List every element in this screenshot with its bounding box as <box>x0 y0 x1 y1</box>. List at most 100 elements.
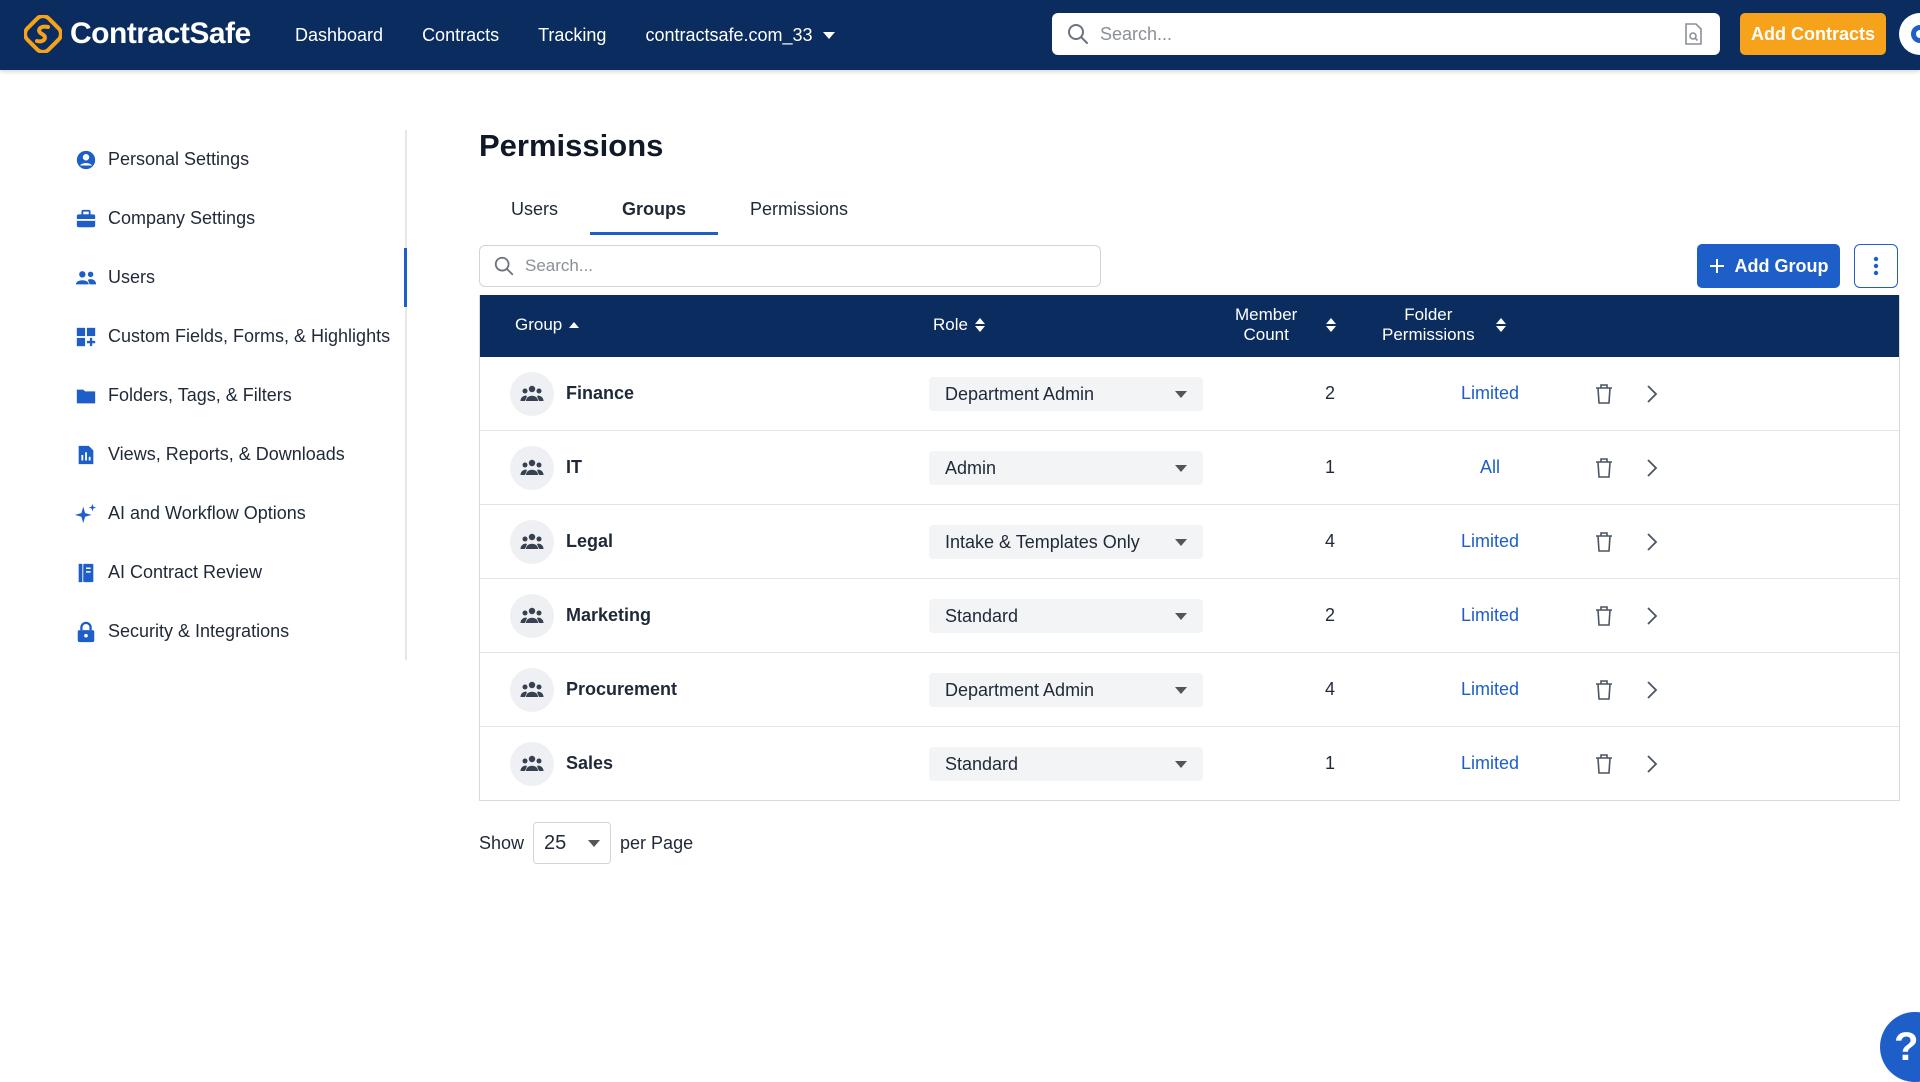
sidebar-item-users[interactable]: Users <box>0 248 407 307</box>
group-avatar <box>510 594 554 638</box>
add-group-button[interactable]: Add Group <box>1697 244 1840 288</box>
sidebar-item-folders-tags[interactable]: Folders, Tags, & Filters <box>0 366 405 425</box>
permissions-tabs: Users Groups Permissions <box>479 186 880 235</box>
folder-permissions-link[interactable]: Limited <box>1420 357 1560 430</box>
group-icon <box>520 681 544 697</box>
sidebar-item-label: Company Settings <box>108 208 256 228</box>
chevron-right-icon[interactable] <box>1645 606 1659 626</box>
group-name: IT <box>566 457 582 477</box>
header-folder-permissions-line2: Permissions <box>1382 325 1475 344</box>
chevron-right-icon[interactable] <box>1645 384 1659 404</box>
add-group-label: Add Group <box>1734 255 1829 276</box>
help-button[interactable]: ? <box>1880 1012 1920 1082</box>
group-avatar <box>510 520 554 564</box>
tab-groups[interactable]: Groups <box>590 186 719 235</box>
nav-dashboard[interactable]: Dashboard <box>295 25 383 46</box>
group-avatar <box>510 742 554 786</box>
users-icon <box>75 271 97 285</box>
tab-users[interactable]: Users <box>479 186 590 232</box>
gear-icon <box>1911 25 1920 43</box>
sidebar-item-ai-workflow[interactable]: AI and Workflow Options <box>0 484 405 543</box>
role-select[interactable]: Standard <box>929 599 1203 633</box>
per-page-value: 25 <box>544 831 567 854</box>
trash-icon[interactable] <box>1594 753 1614 775</box>
chevron-right-icon[interactable] <box>1645 532 1659 552</box>
member-count: 2 <box>1324 605 1335 625</box>
folder-permissions-link[interactable]: Limited <box>1420 727 1560 800</box>
chevron-down-icon <box>1175 390 1187 398</box>
settings-sidebar: Personal Settings Company Settings Users… <box>0 130 407 660</box>
role-value: Standard <box>945 605 1019 626</box>
user-circle-icon <box>76 150 96 170</box>
folder-permissions-link[interactable]: Limited <box>1420 579 1560 652</box>
lock-icon <box>77 621 95 643</box>
group-icon <box>520 607 544 623</box>
sort-asc-icon <box>569 322 580 328</box>
role-select[interactable]: Standard <box>929 747 1203 781</box>
folder-permissions-link[interactable]: Limited <box>1420 505 1560 578</box>
sort-group-header[interactable]: Group <box>515 315 580 335</box>
trash-icon[interactable] <box>1594 679 1614 701</box>
book-icon <box>78 563 94 583</box>
header-member-count-line2: Count <box>1243 325 1289 344</box>
add-contracts-button[interactable]: Add Contracts <box>1740 13 1886 55</box>
settings-gear-icon[interactable] <box>1899 13 1920 55</box>
nav-tracking-label: Tracking <box>538 24 607 45</box>
chevron-right-icon[interactable] <box>1645 458 1659 478</box>
sort-folder-permissions-header[interactable]: Folder Permissions <box>1382 305 1507 345</box>
document-search-icon[interactable] <box>1682 22 1704 46</box>
folder-permissions-link[interactable]: All <box>1420 431 1560 504</box>
chevron-down-icon <box>1175 760 1187 768</box>
role-select[interactable]: Department Admin <box>929 673 1203 707</box>
folder-permissions-link[interactable]: Limited <box>1420 653 1560 726</box>
sidebar-item-custom-fields[interactable]: Custom Fields, Forms, & Highlights <box>0 307 405 366</box>
role-value: Standard <box>945 753 1019 774</box>
role-value: Department Admin <box>945 679 1095 700</box>
table-row: IT Admin 1 All <box>480 430 1899 504</box>
role-select[interactable]: Intake & Templates Only <box>929 525 1203 559</box>
role-select[interactable]: Department Admin <box>929 377 1203 411</box>
chevron-right-icon[interactable] <box>1645 754 1659 774</box>
global-search-input[interactable] <box>1098 22 1662 46</box>
table-row: Marketing Standard 2 Limited <box>480 578 1899 652</box>
trash-icon[interactable] <box>1594 457 1614 479</box>
sort-icon <box>974 318 985 332</box>
per-page-select[interactable]: 25 <box>533 822 612 864</box>
group-icon <box>520 385 544 401</box>
sidebar-item-personal-settings[interactable]: Personal Settings <box>0 130 405 189</box>
logo[interactable]: ContractSafe <box>24 15 251 53</box>
role-value: Admin <box>945 457 997 478</box>
account-dropdown[interactable]: contractsafe.com_33 <box>645 25 835 46</box>
table-row: Sales Standard 1 Limited <box>480 726 1899 800</box>
sidebar-item-views-reports[interactable]: Views, Reports, & Downloads <box>0 425 405 484</box>
report-icon <box>78 445 94 465</box>
chevron-down-icon <box>1175 686 1187 694</box>
role-select[interactable]: Admin <box>929 451 1203 485</box>
more-options-button[interactable] <box>1854 244 1898 288</box>
sidebar-item-label: Views, Reports, & Downloads <box>108 444 345 464</box>
trash-icon[interactable] <box>1594 605 1614 627</box>
chevron-right-icon[interactable] <box>1645 680 1659 700</box>
sort-role-header[interactable]: Role <box>933 315 986 335</box>
chevron-down-icon <box>1175 538 1187 546</box>
trash-icon[interactable] <box>1594 383 1614 405</box>
sidebar-item-security[interactable]: Security & Integrations <box>0 602 405 661</box>
sort-member-count-header[interactable]: Member Count <box>1235 305 1337 345</box>
group-icon <box>520 533 544 549</box>
sidebar-item-label: Folders, Tags, & Filters <box>108 385 292 405</box>
header-role-label: Role <box>933 315 968 334</box>
pager-show-label: Show <box>479 832 525 853</box>
trash-icon[interactable] <box>1594 531 1614 553</box>
table-body: Finance Department Admin 2 Limited IT Ad… <box>480 357 1899 800</box>
global-search <box>1052 13 1720 55</box>
tab-permissions[interactable]: Permissions <box>718 186 880 232</box>
groups-search <box>479 245 1101 287</box>
groups-search-input[interactable] <box>523 255 1087 277</box>
sidebar-item-ai-contract-review[interactable]: AI Contract Review <box>0 543 405 602</box>
sort-icon <box>1495 318 1506 332</box>
member-count: 2 <box>1324 383 1335 403</box>
group-avatar <box>510 446 554 490</box>
nav-tracking[interactable]: Tracking <box>538 25 606 46</box>
sidebar-item-company-settings[interactable]: Company Settings <box>0 189 405 248</box>
nav-contracts[interactable]: Contracts <box>422 25 499 46</box>
